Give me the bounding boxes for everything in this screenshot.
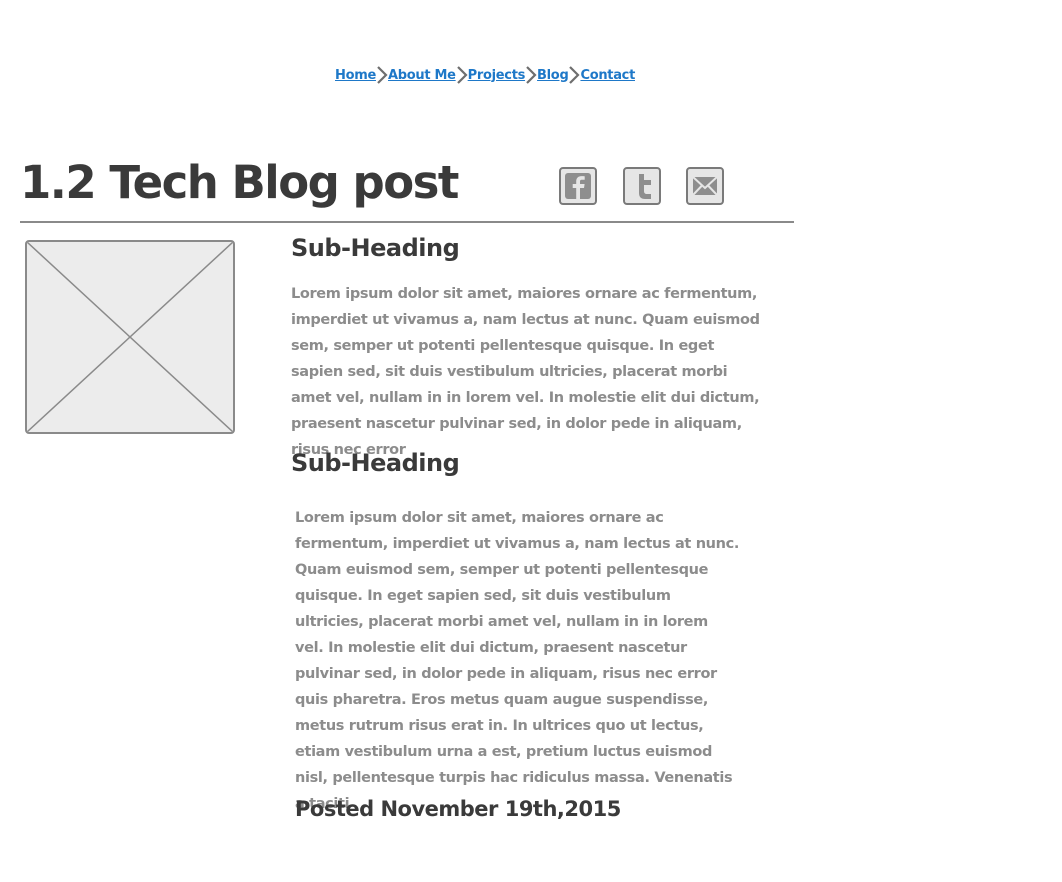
image-placeholder	[25, 240, 235, 434]
email-share-button[interactable]	[686, 167, 724, 205]
nav-link-projects[interactable]: Projects	[468, 68, 526, 83]
mail-icon	[688, 169, 722, 203]
chevron-right-icon	[568, 66, 581, 84]
facebook-icon	[561, 169, 595, 203]
facebook-share-button[interactable]	[559, 167, 597, 205]
breadcrumb: Home About Me Projects Blog Contact	[335, 64, 635, 86]
title-divider	[20, 221, 794, 223]
section-paragraph: Lorem ipsum dolor sit amet, maiores orna…	[295, 510, 740, 812]
nav-link-blog[interactable]: Blog	[537, 68, 569, 83]
chevron-right-icon	[456, 66, 468, 84]
section-heading: Sub-Heading	[291, 449, 460, 477]
nav-link-about-me[interactable]: About Me	[388, 68, 456, 83]
chevron-right-icon	[376, 66, 388, 84]
nav-link-home[interactable]: Home	[335, 68, 376, 83]
section-paragraph: Lorem ipsum dolor sit amet, maiores orna…	[291, 286, 760, 458]
posted-date: Posted November 19th,2015	[295, 797, 621, 821]
section-heading: Sub-Heading	[291, 234, 460, 262]
twitter-share-button[interactable]	[623, 167, 661, 205]
nav-link-contact[interactable]: Contact	[580, 68, 635, 83]
page-title: 1.2 Tech Blog post	[20, 156, 459, 209]
twitter-icon	[625, 169, 659, 203]
chevron-right-icon	[525, 66, 537, 84]
